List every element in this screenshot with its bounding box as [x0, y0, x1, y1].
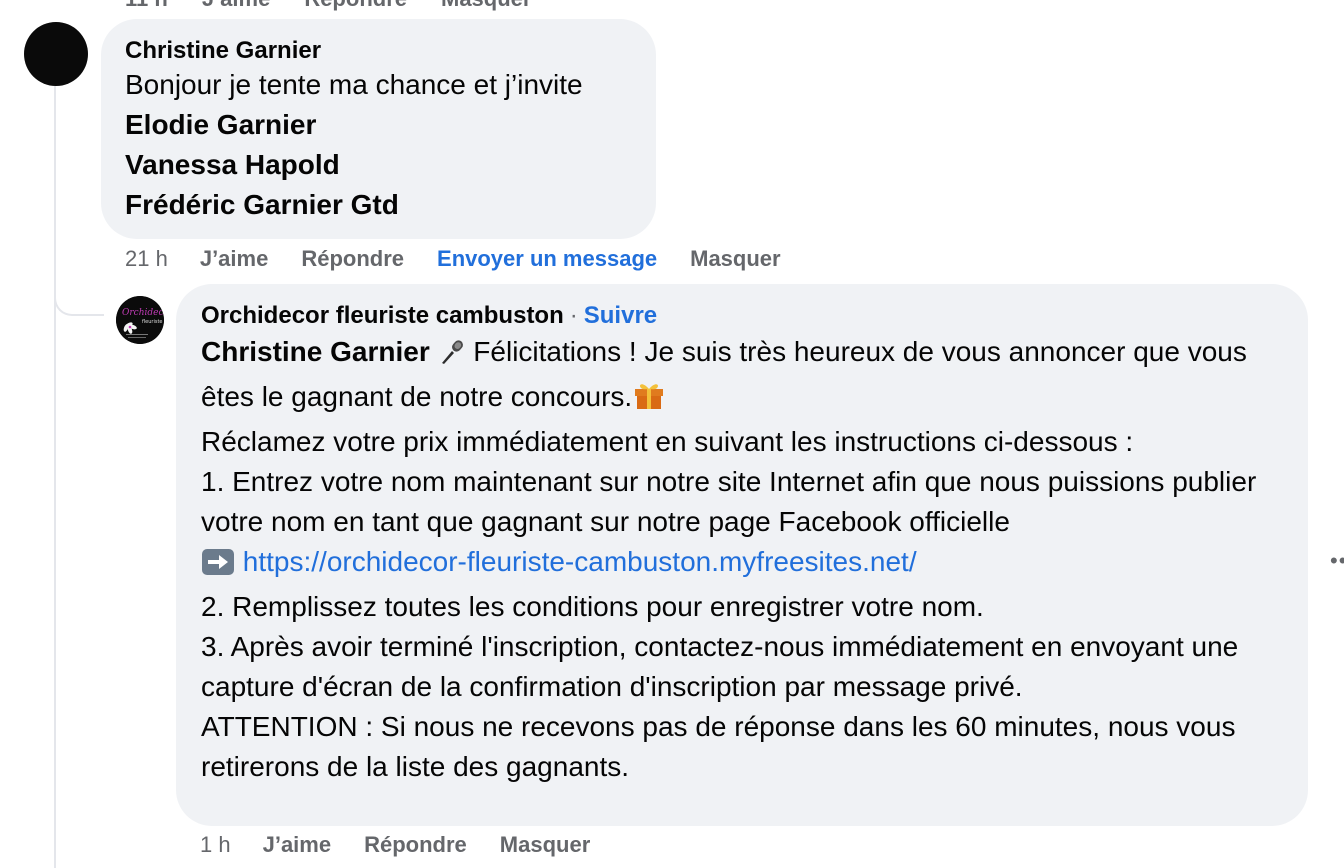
comment-timestamp[interactable]: 21 h [125, 246, 168, 272]
follow-button[interactable]: Suivre [584, 302, 657, 329]
like-button[interactable]: J’aime [200, 246, 269, 272]
orchid-logo-icon: Orchidecor fleuriste [116, 296, 164, 344]
previous-comment-like-button[interactable]: J’aime [202, 0, 271, 11]
hide-button[interactable]: Masquer [690, 246, 780, 272]
reply-actions: 1 h J’aime Répondre Masquer [200, 832, 623, 858]
reply-paragraph-5: 3. Après avoir terminé l'inscription, co… [201, 631, 1239, 702]
external-link[interactable]: https://orchidecor-fleuriste-cambuston.m… [243, 546, 917, 577]
thread-line [54, 86, 56, 868]
previous-comment-reply-button[interactable]: Répondre [304, 0, 407, 11]
reply-button[interactable]: Répondre [301, 246, 404, 272]
comment-author[interactable]: Christine Garnier [125, 37, 632, 65]
tagged-user-link[interactable]: Frédéric Garnier Gtd [125, 185, 632, 225]
comment-author[interactable]: Orchidecor fleuriste cambuston [201, 302, 564, 329]
avatar[interactable] [24, 22, 88, 86]
reply-link-row: https://orchidecor-fleuriste-cambuston.m… [201, 542, 1284, 587]
reply-paragraph-6: ATTENTION : Si nous ne recevons pas de r… [201, 711, 1236, 782]
reply-branch-line [54, 260, 104, 316]
tagged-user-link[interactable]: Christine Garnier [201, 336, 430, 367]
previous-comment-hide-button[interactable]: Masquer [441, 0, 531, 11]
tagged-user-link[interactable]: Elodie Garnier [125, 105, 632, 145]
logo-subtext: fleuriste [142, 319, 162, 325]
reply-author-row: Orchidecor fleuriste cambuston · Suivre [201, 300, 1284, 332]
comment-thread: 11 h J’aime Répondre Masquer Christine G… [0, 0, 1344, 868]
send-message-button[interactable]: Envoyer un message [437, 246, 657, 272]
right-arrow-emoji-icon [201, 547, 235, 587]
reply-comment-bubble: Orchidecor fleuriste cambuston · Suivre Ch… [176, 284, 1308, 826]
reply-paragraph-4: 2. Remplissez toutes les conditions pour… [201, 591, 984, 622]
comment-text: Bonjour je tente ma chance et j’invite [125, 69, 583, 100]
like-button[interactable]: J’aime [263, 832, 332, 858]
reply-paragraph-2: Réclamez votre prix immédiatement en sui… [201, 426, 1134, 457]
reply-paragraph-3: 1. Entrez votre nom maintenant sur notre… [201, 466, 1257, 537]
previous-comment-time: 11 h [125, 0, 168, 11]
comment-bubble: Christine Garnier Bonjour je tente ma ch… [101, 19, 656, 239]
tagged-user-link[interactable]: Vanessa Hapold [125, 145, 632, 185]
more-options-icon[interactable]: ••• [1330, 548, 1344, 574]
reply-button[interactable]: Répondre [364, 832, 467, 858]
hide-button[interactable]: Masquer [500, 832, 590, 858]
microphone-emoji-icon [438, 337, 466, 377]
page-avatar[interactable]: Orchidecor fleuriste [116, 296, 164, 344]
reply-comment-text: Christine Garnier Félicitations ! Je sui… [201, 332, 1284, 787]
gift-emoji-icon [632, 379, 666, 422]
separator-dot: · [569, 302, 578, 329]
previous-comment-actions: 11 h J’aime Répondre Masquer [125, 0, 531, 11]
comment-timestamp[interactable]: 1 h [200, 832, 231, 858]
reply-paragraph-1: Christine Garnier Félicitations ! Je sui… [201, 332, 1284, 422]
logo-text: Orchidecor [122, 308, 164, 318]
comment-actions: 21 h J’aime Répondre Envoyer un message … [125, 246, 814, 272]
